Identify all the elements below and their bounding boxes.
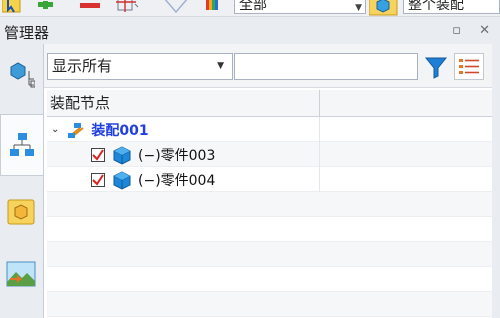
- assembly-tree-icon: [10, 133, 34, 156]
- tree-row[interactable]: (−)零件004: [47, 167, 493, 192]
- tree-item-label: 装配001: [91, 122, 149, 139]
- checkmark-icon: [92, 173, 104, 186]
- assembly-scope-icon[interactable]: [368, 0, 399, 16]
- right-edge-strip: [492, 44, 500, 318]
- remove-minus-icon[interactable]: [80, 0, 102, 15]
- assembly-tree: 装配节点 ⌄ 装配001 (−)零件003 (−)零件004: [47, 90, 493, 317]
- checkmark-icon: [92, 148, 104, 161]
- tree-empty-row: [47, 217, 493, 242]
- chevron-down-icon[interactable]: ⌄: [51, 124, 59, 135]
- filter-button[interactable]: [421, 53, 451, 80]
- list-options-button[interactable]: [454, 53, 484, 80]
- visibility-checkbox[interactable]: [91, 172, 105, 187]
- color-palette-icon[interactable]: [206, 0, 220, 16]
- select-cursor-icon[interactable]: [1, 0, 22, 16]
- funnel-icon: [424, 57, 448, 79]
- manager-content: 显示所有 ▼ 装配节点 ⌄ 装配001 (−)零件003 (−)零件004: [43, 44, 493, 318]
- tab-view[interactable]: [2, 192, 40, 232]
- scope-value: 整个装配: [408, 0, 464, 13]
- top-toolbar: 全部 ▼ 整个装配: [0, 0, 500, 17]
- tree-item-label: (−)零件004: [138, 172, 216, 189]
- filter-text-input[interactable]: [234, 53, 418, 80]
- checklist-icon: [459, 58, 479, 74]
- panel-title: 管理器: [4, 24, 50, 42]
- column-header-assembly-node[interactable]: 装配节点: [47, 90, 320, 117]
- chevron-down-icon: ▼: [217, 61, 224, 71]
- tab-assembly[interactable]: [0, 114, 43, 176]
- display-filter-select[interactable]: 显示所有 ▼: [47, 53, 233, 80]
- scope-combobox[interactable]: 整个装配: [403, 0, 500, 14]
- visibility-checkbox[interactable]: [91, 147, 105, 162]
- tree-row-root[interactable]: ⌄ 装配001: [47, 117, 493, 142]
- assembly-node-icon: [68, 122, 85, 138]
- manager-panel-window: 全部 ▼ 整个装配 管理器 ▫ ✕ 显示所有 ▼ 装配节点 ⌄ 装配001 (−…: [0, 0, 500, 318]
- pin-icon[interactable]: ▫: [452, 23, 461, 38]
- panel-tools: ▫ ✕: [438, 23, 490, 38]
- part-cube-icon: [113, 170, 131, 190]
- tree-empty-row: [47, 267, 493, 292]
- tree-empty-row: [47, 242, 493, 267]
- display-filter-value: 显示所有: [52, 57, 113, 75]
- chevron-down-icon: ▼: [355, 3, 362, 13]
- tree-empty-row: [47, 192, 493, 217]
- feature-tree-icon: [10, 62, 35, 88]
- tab-features[interactable]: [2, 54, 40, 94]
- tree-empty-row: [47, 292, 493, 317]
- filter-type-combobox[interactable]: 全部 ▼: [234, 0, 366, 14]
- shape-outline-icon[interactable]: [162, 0, 192, 16]
- add-plus-icon[interactable]: [38, 0, 54, 15]
- panel-header: 管理器 ▫ ✕: [0, 17, 500, 44]
- tree-header: 装配节点: [47, 90, 493, 117]
- left-tab-strip: [0, 44, 43, 318]
- filter-type-value: 全部: [239, 0, 267, 13]
- part-cube-icon: [113, 145, 131, 165]
- scene-image-icon: [6, 261, 36, 287]
- filter-bar: 显示所有 ▼: [44, 44, 493, 88]
- tree-item-label: (−)零件003: [138, 147, 216, 164]
- frame-grid-icon[interactable]: [114, 0, 140, 16]
- view-box-icon: [7, 199, 35, 225]
- close-icon[interactable]: ✕: [479, 23, 490, 38]
- tree-row[interactable]: (−)零件003: [47, 142, 493, 167]
- tab-scene[interactable]: [2, 254, 40, 294]
